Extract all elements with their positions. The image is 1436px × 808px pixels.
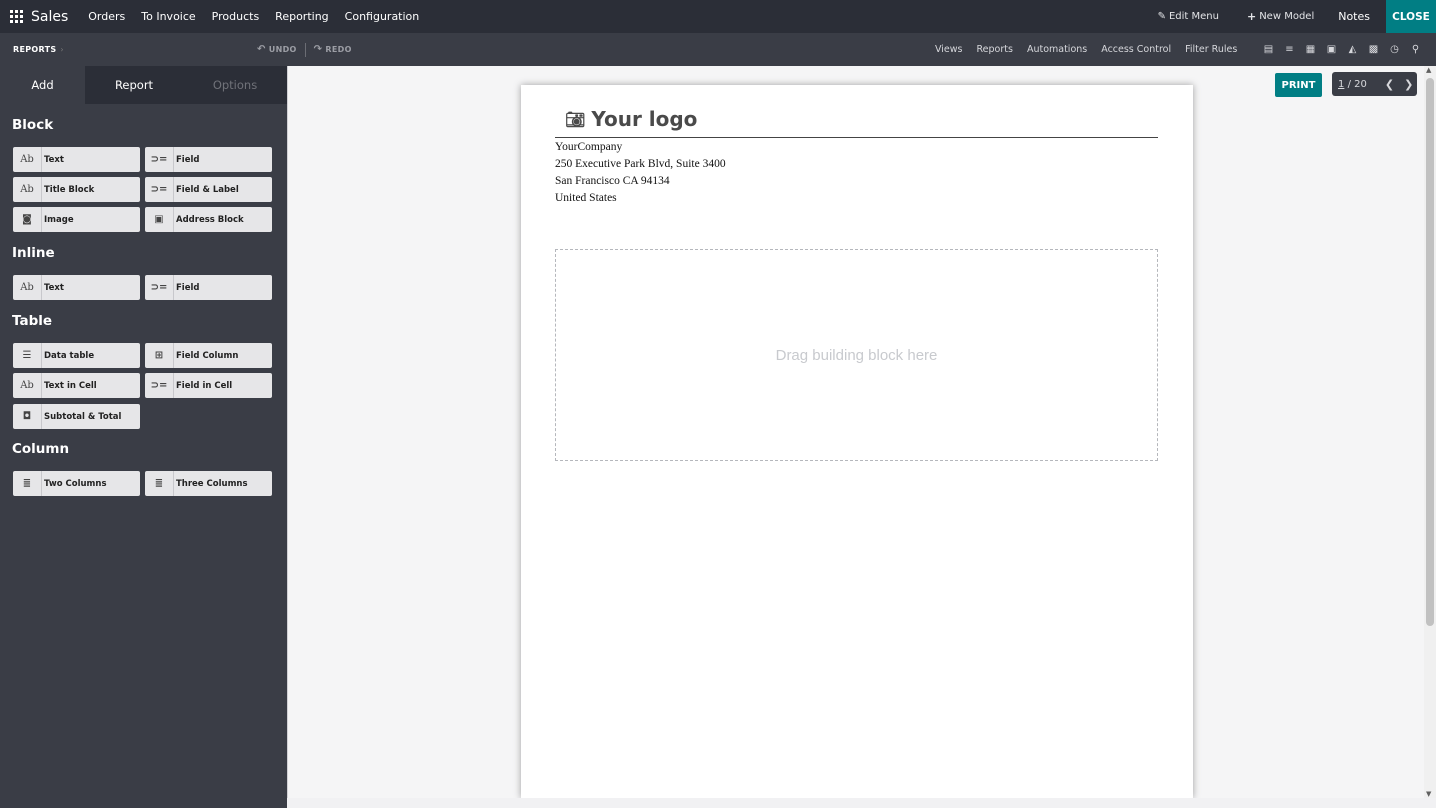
scrollbar-thumb[interactable] — [1426, 78, 1434, 626]
company-logo[interactable]: 📷︎ Your logo — [565, 107, 697, 131]
top-navbar: Sales Orders To Invoice Products Reporti… — [0, 0, 1436, 33]
edit-menu-button[interactable]: ✎ Edit Menu — [1158, 11, 1219, 22]
new-model-button[interactable]: + New Model — [1247, 10, 1314, 23]
close-button[interactable]: CLOSE — [1386, 0, 1436, 33]
scroll-down-icon[interactable]: ▼ — [1426, 790, 1431, 798]
pager: 1 / 20 ❮ ❯ — [1332, 72, 1417, 96]
address-card-icon: ▣ — [154, 214, 164, 225]
company-address[interactable]: YourCompany 250 Executive Park Blvd, Sui… — [555, 139, 726, 207]
calendar-view-icon[interactable]: ▣ — [1325, 44, 1338, 55]
camera-icon: 📷︎ — [565, 109, 586, 129]
inline-field[interactable]: ⊃= Field — [145, 275, 272, 300]
drop-zone[interactable]: Drag building block here — [555, 249, 1158, 461]
app-name[interactable]: Sales — [31, 9, 68, 25]
block-address-block[interactable]: ▣ Address Block — [145, 207, 272, 232]
section-table: Table — [12, 313, 53, 329]
breadcrumb[interactable]: REPORTS — [13, 45, 56, 54]
tab-options[interactable]: Options — [183, 66, 287, 104]
link-filter-rules[interactable]: Filter Rules — [1185, 44, 1237, 55]
nav-configuration[interactable]: Configuration — [345, 10, 420, 23]
table-field-column[interactable]: ⊞ Field Column — [145, 343, 272, 368]
list-view-icon[interactable]: ≡ — [1283, 44, 1296, 55]
link-automations[interactable]: Automations — [1027, 44, 1087, 55]
field-icon: ⊃= — [150, 282, 168, 293]
text-icon: Ab — [20, 154, 34, 165]
align-left-icon: ≣ — [22, 478, 32, 489]
block-text[interactable]: Ab Text — [13, 147, 140, 172]
link-views[interactable]: Views — [935, 44, 963, 55]
block-field-label[interactable]: ⊃= Field & Label — [145, 177, 272, 202]
pivot-view-icon[interactable]: ▩ — [1367, 44, 1380, 55]
graph-view-icon[interactable]: ◭ — [1346, 44, 1359, 55]
field-icon: ⊃= — [150, 184, 168, 195]
section-inline: Inline — [12, 245, 55, 261]
notes-button[interactable]: Notes — [1338, 10, 1370, 23]
plus-icon: + — [1246, 10, 1257, 23]
column-three-columns[interactable]: ≣ Three Columns — [145, 471, 272, 496]
undo-button[interactable]: ↶ UNDO — [257, 44, 297, 55]
money-icon: ◘ — [22, 411, 32, 422]
print-button[interactable]: PRINT — [1275, 73, 1322, 97]
block-title-block[interactable]: Ab Title Block — [13, 177, 140, 202]
undo-icon: ↶ — [257, 44, 266, 55]
table-icon: ☰ — [22, 350, 32, 361]
block-image[interactable]: ◙ Image — [13, 207, 140, 232]
align-left-icon: ≣ — [154, 478, 164, 489]
field-icon: ⊃= — [150, 380, 168, 391]
report-page: 📷︎ Your logo YourCompany 250 Executive P… — [521, 85, 1193, 798]
tab-add[interactable]: Add — [0, 66, 85, 104]
report-canvas: 📷︎ Your logo YourCompany 250 Executive P… — [287, 66, 1424, 798]
section-column: Column — [12, 441, 70, 457]
chevron-right-icon: › — [60, 45, 64, 54]
text-icon: Ab — [20, 380, 34, 391]
nav-reporting[interactable]: Reporting — [275, 10, 328, 23]
scroll-up-icon[interactable]: ▲ — [1426, 66, 1431, 74]
form-view-icon[interactable]: ▤ — [1262, 44, 1275, 55]
divider — [555, 137, 1158, 138]
apps-grid-icon[interactable] — [10, 10, 23, 23]
kanban-view-icon[interactable]: ▦ — [1304, 44, 1317, 55]
scrollbar[interactable]: ▲ ▼ — [1424, 66, 1436, 798]
table-data-table[interactable]: ☰ Data table — [13, 343, 140, 368]
inline-text[interactable]: Ab Text — [13, 275, 140, 300]
activity-view-icon[interactable]: ◷ — [1388, 44, 1401, 55]
nav-orders[interactable]: Orders — [88, 10, 125, 23]
nav-to-invoice[interactable]: To Invoice — [141, 10, 195, 23]
section-block: Block — [12, 117, 54, 133]
redo-button[interactable]: ↷ REDO — [314, 44, 352, 55]
plus-square-icon: ⊞ — [154, 350, 164, 361]
link-reports[interactable]: Reports — [977, 44, 1013, 55]
studio-toolbar: REPORTS › ↶ UNDO ↷ REDO Views Reports Au… — [0, 33, 1436, 66]
text-icon: Ab — [20, 184, 34, 195]
link-access-control[interactable]: Access Control — [1101, 44, 1171, 55]
chevron-left-icon[interactable]: ❮ — [1385, 78, 1394, 91]
search-view-icon[interactable]: ⚲ — [1409, 44, 1422, 55]
pager-value[interactable]: 1 / 20 — [1338, 79, 1367, 90]
pencil-icon: ✎ — [1157, 11, 1166, 22]
table-text-in-cell[interactable]: Ab Text in Cell — [13, 373, 140, 398]
block-field[interactable]: ⊃= Field — [145, 147, 272, 172]
sidebar: Add Report Options Block Inline Table Co… — [0, 66, 287, 808]
chevron-right-icon[interactable]: ❯ — [1404, 78, 1413, 91]
column-two-columns[interactable]: ≣ Two Columns — [13, 471, 140, 496]
field-icon: ⊃= — [150, 154, 168, 165]
nav-products[interactable]: Products — [212, 10, 260, 23]
table-subtotal-total[interactable]: ◘ Subtotal & Total — [13, 404, 140, 429]
table-field-in-cell[interactable]: ⊃= Field in Cell — [145, 373, 272, 398]
redo-icon: ↷ — [313, 44, 323, 55]
tab-report[interactable]: Report — [85, 66, 183, 104]
divider — [304, 42, 306, 57]
text-icon: Ab — [20, 282, 34, 293]
camera-icon: ◙ — [22, 214, 32, 225]
